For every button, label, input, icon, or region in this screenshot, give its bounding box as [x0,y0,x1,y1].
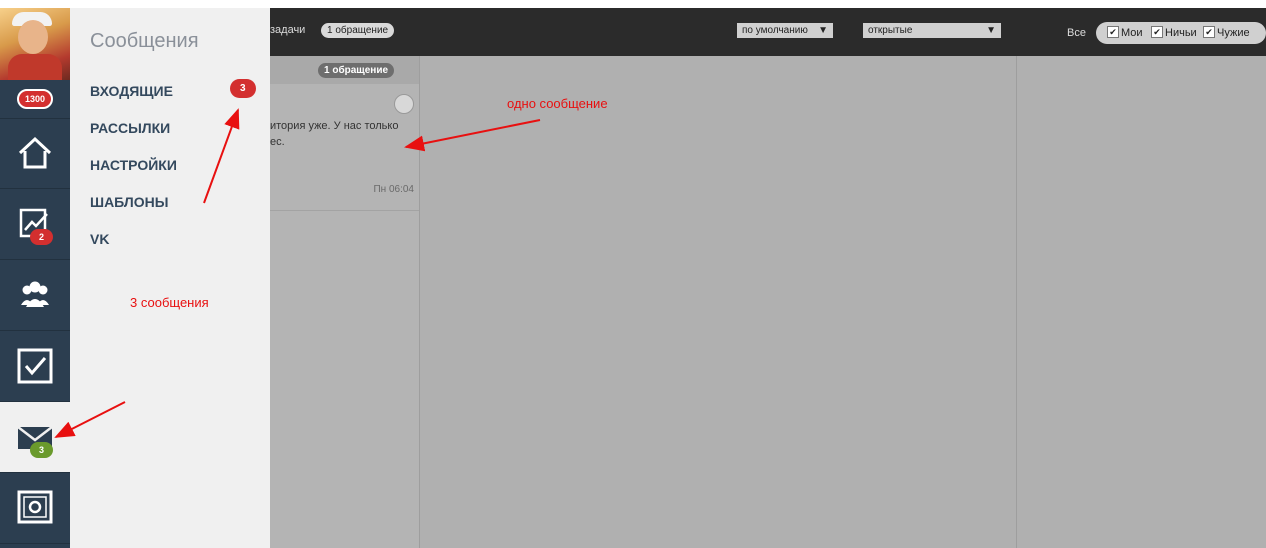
rail-item-home[interactable] [0,118,70,189]
filter-mine-label: Мои [1121,27,1143,39]
panel-title: Сообщения [90,30,199,52]
details-pane [1017,56,1266,548]
check-icon: ✔ [1151,26,1163,38]
chevron-down-icon: ▼ [818,25,828,36]
rail-item-messages[interactable]: 3 [0,402,70,473]
menu-item-templates[interactable]: ШАБЛОНЫ [90,194,168,210]
top-white-strip [0,0,1266,8]
avatar-shirt [8,54,62,80]
status-select[interactable]: открытые ▼ [863,23,1001,38]
user-avatar[interactable] [0,8,70,80]
counter-badge[interactable]: 1300 [17,89,54,109]
check-icon: ✔ [1107,26,1119,38]
safe-icon [17,490,53,524]
message-time: Пн 06:04 [373,184,414,195]
tasks-label[interactable]: задачи [270,24,305,36]
menu-item-settings[interactable]: НАСТРОЙКИ [90,157,177,173]
menu-item-inbox[interactable]: ВХОДЯЩИЕ [90,83,173,99]
filter-nobody-label: Ничьи [1165,27,1197,39]
all-label[interactable]: Все [1067,27,1086,39]
check-icon: ✔ [1203,26,1215,38]
list-item[interactable]: итория уже. У нас только ес. Пн 06:04 [270,86,419,211]
checkbox-icon [17,348,53,384]
rail-item-users[interactable] [0,260,70,331]
list-count-chip: 1 обращение [318,63,395,78]
tasks-chip[interactable]: 1 обращение [321,23,395,38]
sort-select-value: по умолчанию [742,25,808,36]
home-icon [18,136,52,169]
annotation-three-messages: 3 сообщения [130,295,209,310]
filter-mine[interactable]: ✔ Мои [1107,26,1143,39]
conversation-list: 1 обращение итория уже. У нас только ес.… [270,56,420,548]
list-header: 1 обращение [270,56,419,84]
conversation-view [420,56,1017,548]
annotation-one-message: одно сообщение [507,96,608,111]
filter-nobody[interactable]: ✔ Ничьи [1151,26,1197,39]
owner-filters: ✔ Мои ✔ Ничьи ✔ Чужие [1096,22,1266,44]
status-select-value: открытые [868,25,913,36]
counter-area: 1300 [0,80,70,119]
chevron-down-icon: ▼ [986,25,996,36]
inbox-badge: 3 [230,79,256,98]
sort-select[interactable]: по умолчанию ▼ [737,23,833,38]
messages-panel: Сообщения ВХОДЯЩИЕ 3 РАССЫЛКИ НАСТРОЙКИ … [70,8,270,548]
filter-others[interactable]: ✔ Чужие [1203,26,1250,39]
rail-item-tasks[interactable] [0,331,70,402]
rail-item-chart[interactable]: 2 [0,189,70,260]
filter-others-label: Чужие [1217,27,1250,39]
sender-avatar [394,94,414,114]
messages-badge: 3 [30,442,54,458]
icon-rail: 1300 2 3 [0,8,70,548]
menu-item-vk[interactable]: VK [90,231,109,247]
users-icon [21,281,49,307]
chart-badge: 2 [30,229,54,245]
menu-item-mailings[interactable]: РАССЫЛКИ [90,120,170,136]
message-preview: итория уже. У нас только ес. [270,120,399,148]
rail-item-safe[interactable] [0,473,70,544]
avatar-face [18,20,48,54]
top-bar: задачи 1 обращение по умолчанию ▼ открыт… [270,8,1266,56]
